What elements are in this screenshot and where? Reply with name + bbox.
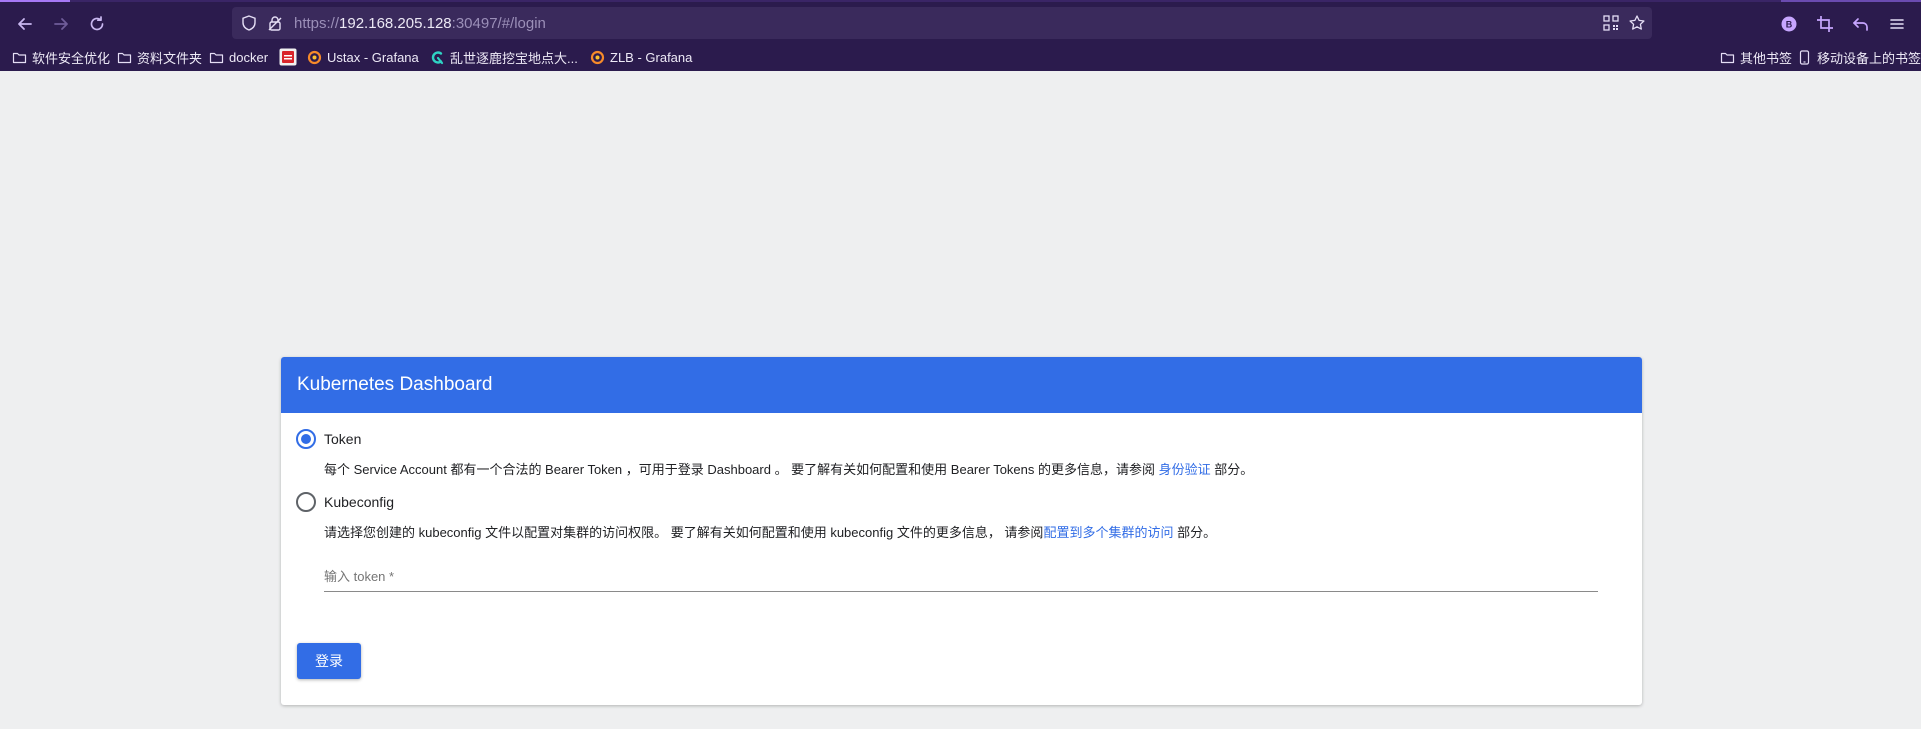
bookmark-label: 软件安全优化: [32, 50, 111, 66]
bookmark-label: 乱世逐鹿挖宝地点大...: [450, 50, 578, 66]
token-radio[interactable]: [296, 429, 316, 449]
kubeconfig-description: 请选择您创建的 kubeconfig 文件以配置对集群的访问权限。 要了解有关如…: [324, 522, 1216, 541]
insecure-lock-icon[interactable]: [266, 14, 284, 32]
kubeconfig-desc-tail: 部分。: [1173, 525, 1217, 540]
arrow-left-icon: [18, 18, 32, 30]
token-desc-text: 每个 Service Account 都有一个合法的 Bearer Token …: [324, 462, 1159, 477]
url-path: :30497/#/login: [451, 15, 546, 32]
authentication-link[interactable]: 身份验证: [1159, 462, 1211, 477]
token-input[interactable]: [324, 562, 1598, 590]
crop-icon: [1817, 16, 1833, 32]
star-icon[interactable]: [1628, 14, 1646, 32]
address-bar[interactable]: https://192.168.205.128:30497/#/login: [232, 7, 1652, 39]
login-button[interactable]: 登录: [297, 643, 361, 679]
token-field: [324, 562, 1598, 592]
bookmarks-bar: 软件安全优化 资料文件夹 docker Ustax - Grafana 乱世逐鹿…: [0, 44, 1921, 70]
kubeconfig-desc-text: 请选择您创建的 kubeconfig 文件以配置对集群的访问权限。 要了解有关如…: [324, 525, 1044, 540]
bookmark-app-teal[interactable]: 乱世逐鹿挖宝地点大...: [430, 47, 578, 67]
crop-button[interactable]: [1812, 11, 1838, 37]
back-button[interactable]: [12, 11, 38, 37]
token-desc-tail: 部分。: [1210, 462, 1254, 477]
folder-icon: [209, 52, 224, 63]
bookmark-mobile[interactable]: 移动设备上的书签: [1797, 47, 1921, 67]
url-scheme: https://: [294, 15, 340, 32]
bookmark-folder-2[interactable]: 资料文件夹: [117, 47, 202, 67]
hamburger-menu-icon: [1890, 19, 1904, 29]
forward-button[interactable]: [48, 11, 74, 37]
bookmark-other[interactable]: 其他书签: [1720, 47, 1792, 67]
bookmark-ustax-grafana[interactable]: Ustax - Grafana: [307, 47, 419, 67]
bookmark-label: ZLB - Grafana: [610, 49, 693, 65]
grafana-icon: [307, 50, 322, 64]
qr-code-icon[interactable]: [1602, 14, 1620, 32]
browser-chrome: https://192.168.205.128:30497/#/login B …: [0, 0, 1921, 71]
reload-button[interactable]: [84, 11, 110, 37]
browser-toolbar: https://192.168.205.128:30497/#/login B: [0, 2, 1921, 42]
bookmark-label: docker: [229, 49, 269, 65]
svg-text:B: B: [1786, 20, 1793, 30]
shield-icon[interactable]: [240, 14, 258, 32]
folder-icon: [12, 52, 27, 63]
bookmark-folder-1[interactable]: 软件安全优化: [12, 47, 110, 67]
bookmark-app-red[interactable]: [279, 47, 297, 67]
teal-app-icon: [431, 50, 444, 64]
arrow-right-icon: [54, 18, 68, 30]
radio-dot: [301, 434, 311, 444]
card-title: Kubernetes Dashboard: [297, 374, 493, 395]
grafana-icon: [590, 50, 605, 64]
bookmark-label: 资料文件夹: [137, 50, 203, 66]
reload-icon: [90, 16, 104, 31]
folder-icon: [117, 52, 132, 63]
login-card: Kubernetes Dashboard Token 每个 Service Ac…: [281, 357, 1642, 705]
bookmark-folder-docker[interactable]: docker: [209, 47, 268, 67]
bookmark-label: 其他书签: [1740, 50, 1793, 66]
url-text[interactable]: https://192.168.205.128:30497/#/login: [294, 15, 546, 32]
menu-button[interactable]: [1884, 11, 1910, 37]
url-host: 192.168.205.128: [339, 15, 452, 32]
undo-button[interactable]: [1848, 11, 1874, 37]
multi-cluster-access-link[interactable]: 配置到多个集群的访问: [1043, 525, 1173, 540]
extension-button[interactable]: B: [1776, 11, 1802, 37]
card-header: Kubernetes Dashboard: [281, 357, 1642, 413]
bookmark-zlb-grafana[interactable]: ZLB - Grafana: [590, 47, 692, 67]
bookmark-label: 移动设备上的书签: [1817, 50, 1921, 66]
mobile-icon: [1799, 49, 1810, 65]
token-description: 每个 Service Account 都有一个合法的 Bearer Token …: [324, 459, 1253, 478]
kubeconfig-option-label[interactable]: Kubeconfig: [324, 494, 394, 510]
red-app-icon: [279, 48, 297, 66]
folder-icon: [1720, 52, 1735, 63]
kubeconfig-radio[interactable]: [296, 492, 316, 512]
token-option-label[interactable]: Token: [324, 431, 361, 447]
bookmark-label: Ustax - Grafana: [327, 49, 419, 65]
undo-arrow-icon: [1853, 18, 1868, 31]
extension-b-icon: B: [1781, 16, 1797, 32]
